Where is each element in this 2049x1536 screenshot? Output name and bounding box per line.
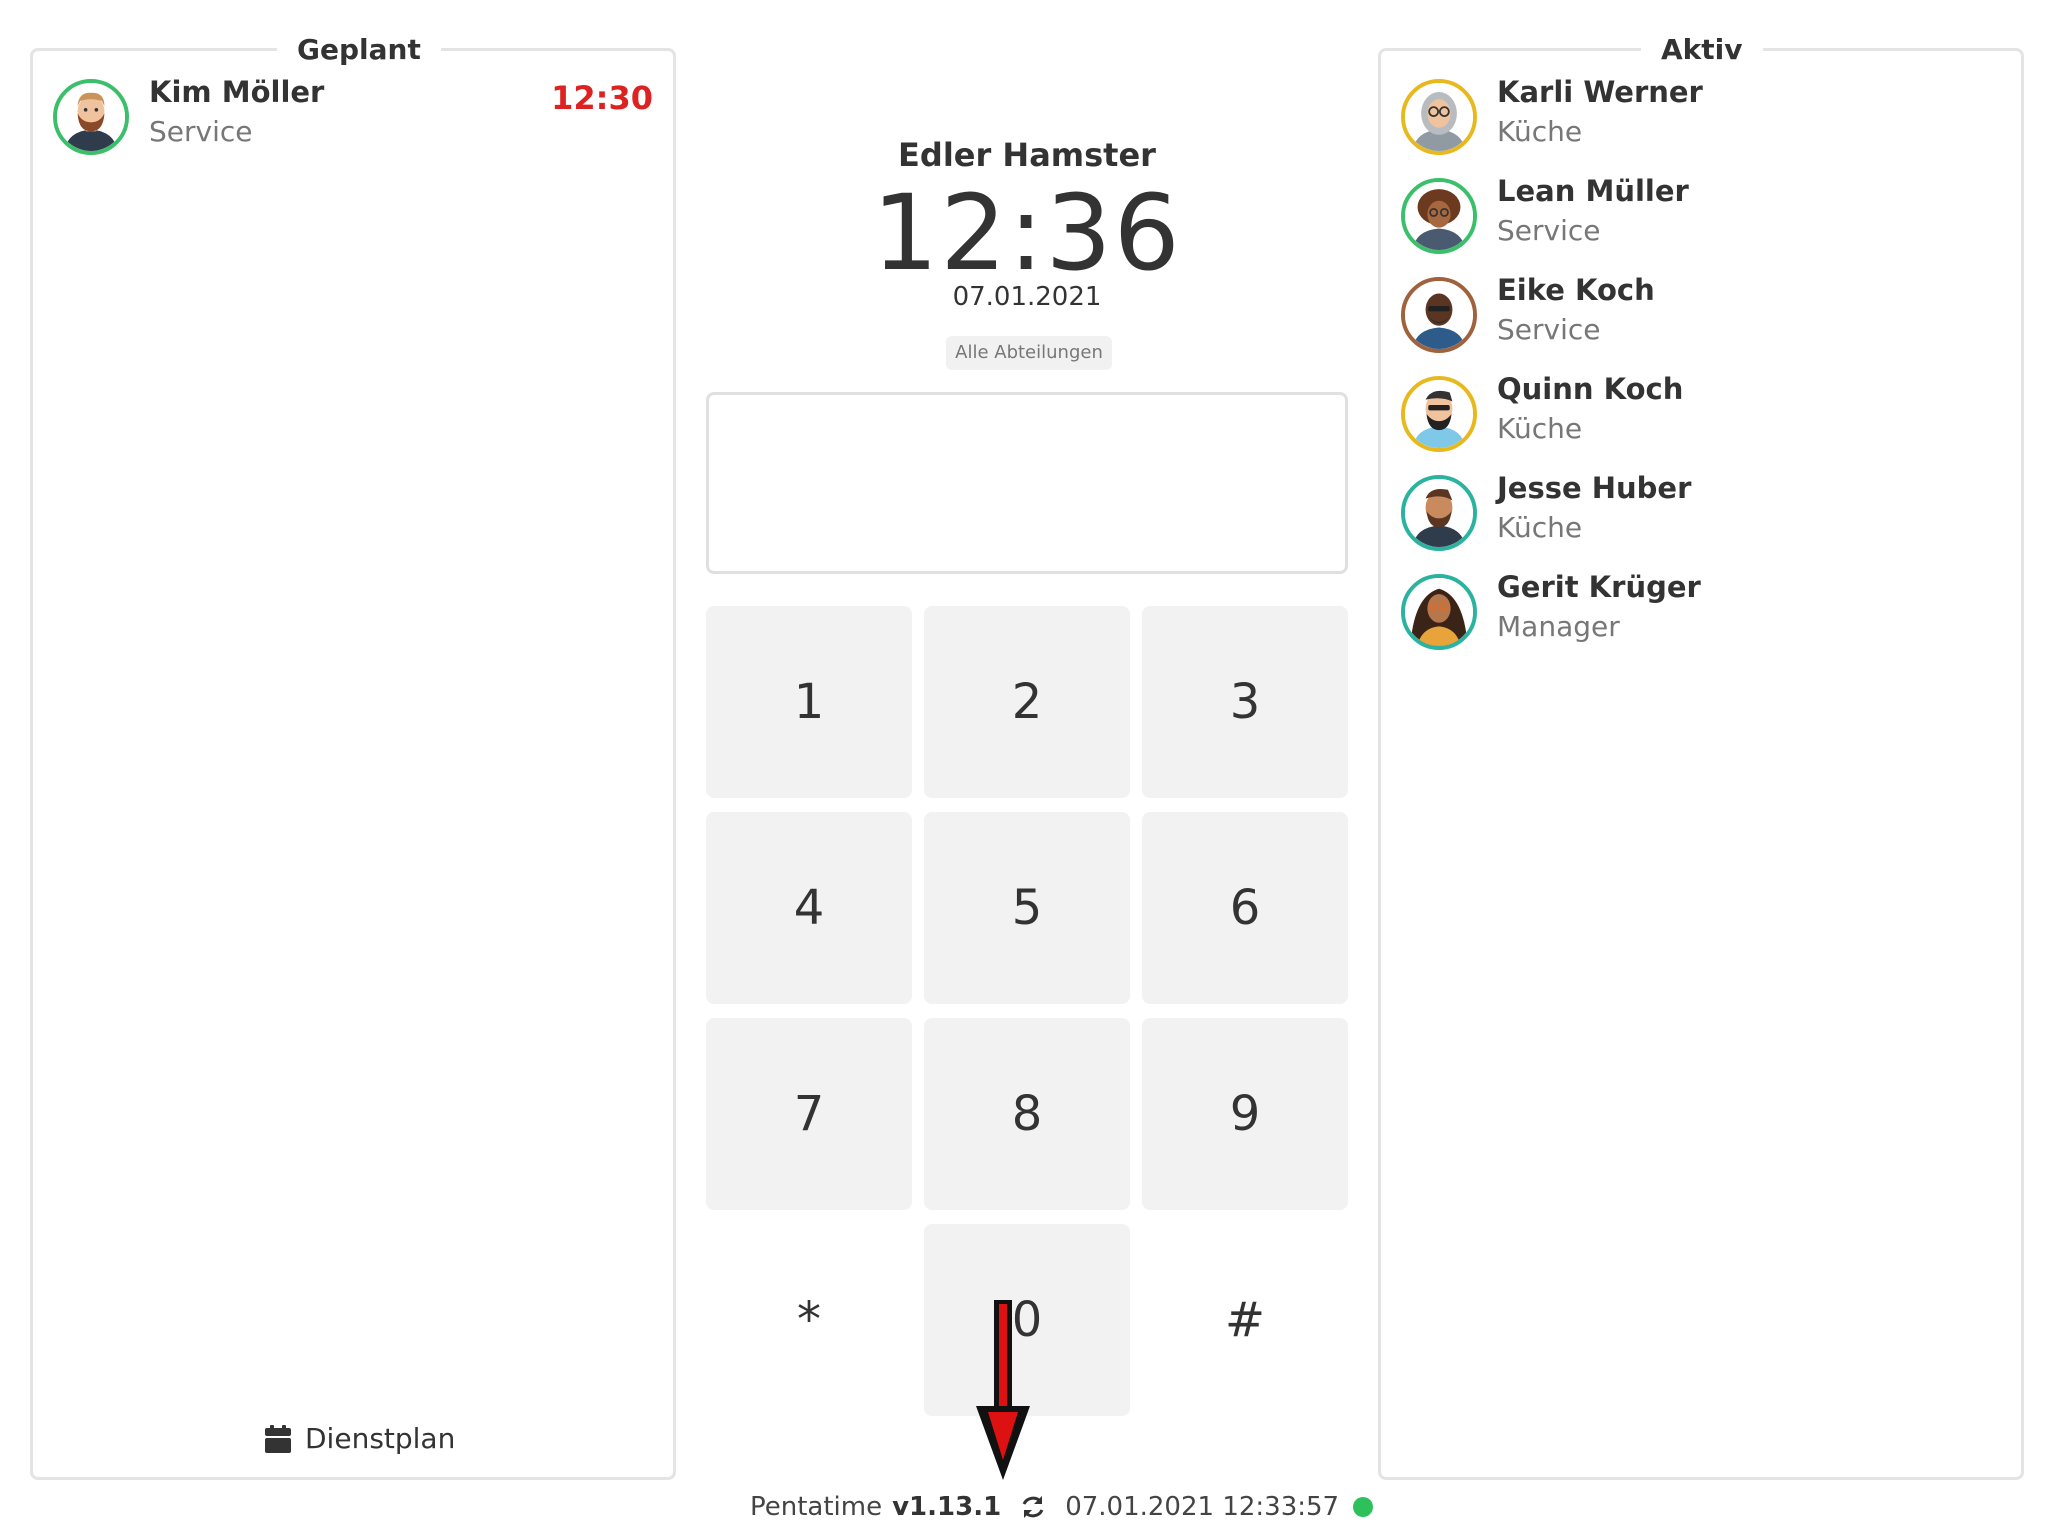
- key-2[interactable]: 2: [924, 606, 1130, 798]
- key-star[interactable]: *: [706, 1224, 912, 1416]
- avatar: [1401, 376, 1477, 452]
- employee-name: Quinn Koch: [1497, 372, 1684, 406]
- avatar-icon: [1405, 281, 1473, 349]
- date: 07.01.2021: [952, 282, 1102, 312]
- avatar-icon: [1405, 182, 1473, 250]
- key-5[interactable]: 5: [924, 812, 1130, 1004]
- pin-input[interactable]: [706, 392, 1348, 574]
- employee-department: Küche: [1497, 511, 1583, 544]
- app-name: Pentatime: [750, 1492, 883, 1522]
- key-9[interactable]: 9: [1142, 1018, 1348, 1210]
- planned-panel: Geplant Kim Möller Service 12:30 Dienstp…: [30, 33, 676, 1480]
- key-4[interactable]: 4: [706, 812, 912, 1004]
- arrow-icon: [976, 1300, 1030, 1480]
- key-1[interactable]: 1: [706, 606, 912, 798]
- employee-department: Service: [1497, 214, 1601, 247]
- employee-name: Lean Müller: [1497, 174, 1689, 208]
- employee-name: Kim Möller: [149, 75, 325, 109]
- employee-department: Küche: [1497, 115, 1583, 148]
- department-filter-button[interactable]: Alle Abteilungen: [946, 336, 1112, 370]
- avatar-icon: [1405, 380, 1473, 448]
- avatar: [1401, 574, 1477, 650]
- employee-department: Service: [1497, 313, 1601, 346]
- key-7[interactable]: 7: [706, 1018, 912, 1210]
- sync-icon[interactable]: [1019, 1493, 1047, 1521]
- active-employee[interactable]: Gerit Krüger Manager: [1401, 570, 2001, 664]
- key-8[interactable]: 8: [924, 1018, 1130, 1210]
- planned-title: Geplant: [277, 33, 441, 67]
- key-3[interactable]: 3: [1142, 606, 1348, 798]
- active-employee[interactable]: Karli Werner Küche: [1401, 75, 2001, 169]
- employee-department: Küche: [1497, 412, 1583, 445]
- avatar: [1401, 277, 1477, 353]
- employee-name: Gerit Krüger: [1497, 570, 1701, 604]
- employee-name: Karli Werner: [1497, 75, 1703, 109]
- avatar-icon: [1405, 83, 1473, 151]
- employee-name: Jesse Huber: [1497, 471, 1692, 505]
- schedule-label: Dienstplan: [305, 1422, 456, 1455]
- app-version: v1.13.1: [892, 1492, 1002, 1522]
- active-employee[interactable]: Jesse Huber Küche: [1401, 471, 2001, 565]
- key-hash[interactable]: #: [1142, 1224, 1348, 1416]
- avatar: [1401, 178, 1477, 254]
- calendar-icon: [265, 1424, 291, 1453]
- avatar-kim: [53, 79, 129, 155]
- connection-status-indicator: [1353, 1497, 1374, 1517]
- active-employee[interactable]: Quinn Koch Küche: [1401, 372, 2001, 466]
- active-panel: Aktiv Karli Werner Küche Lean Müller Ser…: [1378, 33, 2024, 1480]
- active-employee[interactable]: Eike Koch Service: [1401, 273, 2001, 367]
- employee-department: Manager: [1497, 610, 1620, 643]
- avatar-icon: [1405, 479, 1473, 547]
- last-sync-timestamp: 07.01.2021 12:33:57: [1065, 1492, 1340, 1522]
- avatar: [1401, 475, 1477, 551]
- active-title: Aktiv: [1641, 33, 1763, 67]
- avatar: [1401, 79, 1477, 155]
- active-employee[interactable]: Lean Müller Service: [1401, 174, 2001, 268]
- avatar-icon: [57, 83, 125, 151]
- planned-employee-kim[interactable]: Kim Möller Service 12:30: [53, 75, 653, 169]
- avatar-icon: [1405, 578, 1473, 646]
- footer-status-bar: Pentatime v1.13.1 07.01.2021 12:33:57: [750, 1492, 1374, 1522]
- employee-name: Eike Koch: [1497, 273, 1655, 307]
- employee-department: Service: [149, 115, 253, 148]
- key-6[interactable]: 6: [1142, 812, 1348, 1004]
- planned-time: 12:30: [551, 79, 653, 117]
- clock: 12:36: [872, 172, 1182, 294]
- schedule-button[interactable]: Dienstplan: [265, 1422, 455, 1455]
